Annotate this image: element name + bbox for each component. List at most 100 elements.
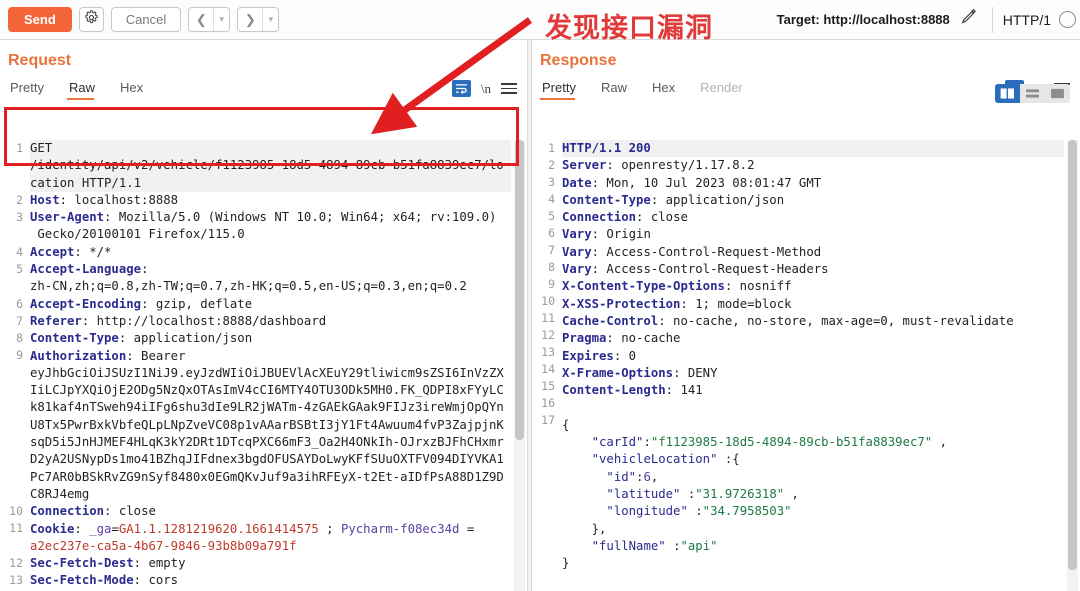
code-line: User-Agent: Mozilla/5.0 (Windows NT 10.0… xyxy=(30,209,511,244)
response-title: Response xyxy=(540,52,617,69)
code-token: Accept xyxy=(30,244,75,259)
code-line: Authorization: Bearer eyJhbGciOiJSUzI1Ni… xyxy=(30,348,511,504)
target-section: Target: http://localhost:8888 HTTP/1 xyxy=(777,0,1080,40)
code-line: Connection: close xyxy=(562,209,1064,226)
code-token: : http://localhost:8888/dashboard xyxy=(81,313,327,328)
line-number: 7 xyxy=(548,243,555,257)
code-token: Pragma xyxy=(562,331,607,346)
code-line: X-XSS-Protection: 1; mode=block xyxy=(562,296,1064,313)
single-view-icon[interactable] xyxy=(1045,84,1070,103)
chevron-left-icon: ❮ xyxy=(195,11,207,27)
prev-dropdown-caret-icon[interactable]: ▼ xyxy=(213,8,229,31)
code-token: "vehicleLocation" xyxy=(591,452,718,467)
send-button[interactable]: Send xyxy=(8,7,72,32)
request-title: Request xyxy=(8,52,72,69)
code-token: : close xyxy=(104,504,156,519)
response-scrollbar-thumb[interactable] xyxy=(1068,140,1077,570)
code-token: } xyxy=(562,556,570,571)
response-body-text[interactable]: HTTP/1.1 200 Server: openresty/1.17.8.2 Da… xyxy=(562,140,1064,572)
line-number: 10 xyxy=(9,504,23,518)
code-token: : Bearer eyJhbGciOiJSUzI1NiJ9.eyJzdWIiOi… xyxy=(30,348,504,501)
word-wrap-icon[interactable] xyxy=(451,80,471,97)
line-number: 13 xyxy=(9,573,23,587)
code-line: Cache-Control: no-cache, no-store, max-a… xyxy=(562,313,1064,330)
history-prev-button[interactable]: ❮ ▼ xyxy=(188,7,231,32)
history-next-button[interactable]: ❯ ▼ xyxy=(237,7,280,32)
line-number: 13 xyxy=(541,345,555,359)
code-token: 6 xyxy=(643,469,651,484)
code-token: : cors xyxy=(133,573,179,588)
line-number: 5 xyxy=(16,262,23,276)
request-editor[interactable]: 123456789101112131415 GET /identity/api/… xyxy=(0,140,527,591)
code-token: Vary xyxy=(562,262,592,277)
tab-response-render: Render xyxy=(700,80,743,95)
code-token: GA1.1.1281219620.1661414575 xyxy=(118,521,319,536)
line-number: 4 xyxy=(16,245,23,259)
target-label: Target: http://localhost:8888 xyxy=(776,12,950,27)
code-token: Date xyxy=(562,175,592,190)
edit-target-button[interactable] xyxy=(956,8,982,31)
request-scrollbar-thumb[interactable] xyxy=(515,140,524,440)
newline-toggle[interactable]: \n xyxy=(481,81,491,97)
line-number: 2 xyxy=(548,158,555,172)
request-body-text[interactable]: GET /identity/api/v2/vehicle/f1123985-18… xyxy=(30,140,511,591)
code-token: Vary xyxy=(562,227,592,242)
code-token: "f1123985-18d5-4894-89cb-b51fa8839ec7" xyxy=(650,435,933,450)
response-editor[interactable]: 1 2 3 4 5 6 7 8 9 10 11 12 13 14 15 16 17 HTTP/1.1 200 Se… xyxy=(532,140,1080,591)
code-token: : nosniff xyxy=(724,279,792,294)
line-number: 8 xyxy=(548,260,555,274)
code-token: : xyxy=(665,538,681,553)
chevron-right-icon: ❯ xyxy=(244,11,256,27)
tab-response-pretty[interactable]: Pretty xyxy=(540,80,587,100)
settings-button[interactable] xyxy=(78,7,104,32)
hamburger-menu-icon[interactable] xyxy=(501,80,517,97)
line-number: 5 xyxy=(548,209,555,223)
code-token: : xyxy=(74,521,90,536)
tab-request-raw[interactable]: Raw xyxy=(66,80,106,100)
cancel-button[interactable]: Cancel xyxy=(110,7,182,32)
line-number: 11 xyxy=(541,311,555,325)
code-token: : Access-Control-Request-Headers xyxy=(591,262,829,277)
code-token: Content-Type xyxy=(562,192,651,207)
code-token: { xyxy=(562,417,570,432)
code-token: _ga xyxy=(89,521,112,536)
http-version-selector[interactable]: HTTP/1 xyxy=(1003,12,1051,28)
code-line: Accept-Encoding: gzip, deflate xyxy=(30,296,511,313)
tab-response-hex[interactable]: Hex xyxy=(650,80,686,100)
code-token: Accept-Language xyxy=(30,262,142,277)
circle-icon[interactable] xyxy=(1059,11,1076,28)
code-token: = xyxy=(111,521,119,536)
request-line-numbers: 123456789101112131415 xyxy=(0,140,26,591)
code-token: : Origin xyxy=(591,227,651,242)
next-dropdown-caret-icon[interactable]: ▼ xyxy=(262,8,278,31)
gear-icon xyxy=(84,9,99,30)
code-token: Host xyxy=(30,192,60,207)
code-token: "34.7958503" xyxy=(702,504,792,519)
code-line: Content-Type: application/json xyxy=(30,330,511,347)
code-token: : close xyxy=(636,210,688,225)
response-scrollbar[interactable] xyxy=(1067,140,1078,591)
code-token: GET /identity/api/v2/vehicle/f1123985-18… xyxy=(30,141,504,190)
code-token: Server xyxy=(562,158,607,173)
rows-view-icon[interactable] xyxy=(1020,84,1045,103)
line-number: 17 xyxy=(541,413,555,427)
line-number: 8 xyxy=(16,331,23,345)
code-line: HTTP/1.1 200 xyxy=(562,140,1064,158)
code-token: Referer xyxy=(30,313,82,328)
code-token: Content-Length xyxy=(562,383,666,398)
code-token: : no-cache, no-store, max-age=0, must-re… xyxy=(658,313,1014,328)
response-view-modes xyxy=(995,84,1070,103)
code-token: Accept-Encoding xyxy=(30,296,142,311)
code-token: "id" xyxy=(606,469,637,484)
tab-request-pretty[interactable]: Pretty xyxy=(8,80,55,100)
tab-response-raw[interactable]: Raw xyxy=(599,80,638,100)
code-line: Vary: Origin xyxy=(562,226,1064,243)
code-line: Content-Length: 141 xyxy=(562,382,1064,399)
split-view-icon[interactable] xyxy=(995,84,1020,103)
code-token: "carId" xyxy=(591,435,644,450)
response-line-numbers: 1 2 3 4 5 6 7 8 9 10 11 12 13 14 15 16 17 xyxy=(532,140,558,568)
request-tab-tools: \n xyxy=(451,80,527,100)
request-scrollbar[interactable] xyxy=(514,140,525,591)
tab-request-hex[interactable]: Hex xyxy=(118,80,154,100)
annotation-text: 发现接口漏洞 xyxy=(545,13,713,44)
